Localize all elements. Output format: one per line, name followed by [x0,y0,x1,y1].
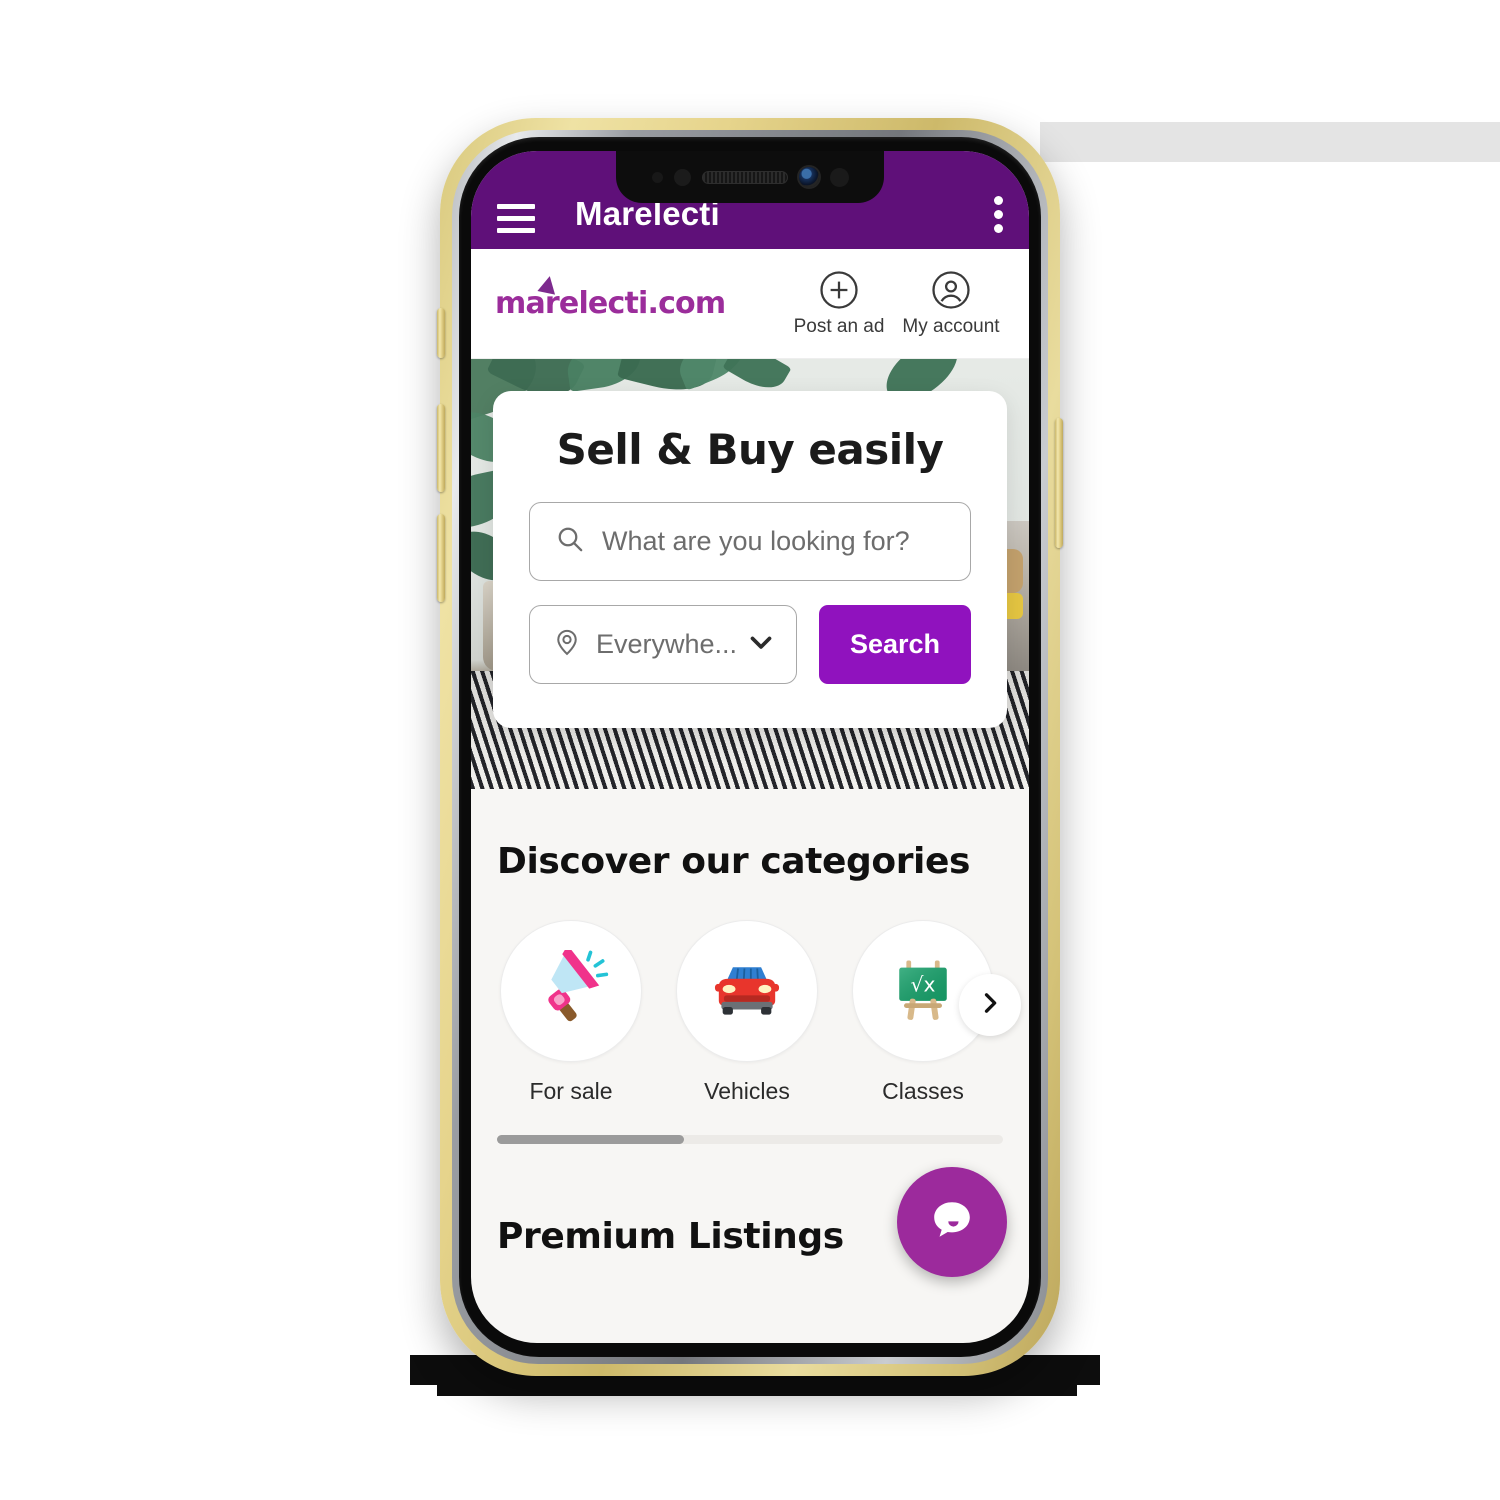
location-value: Everywhe... [596,629,738,659]
earpiece-speaker-icon [701,170,788,184]
chalkboard-icon: √x [885,951,961,1032]
ir-sensor-icon [829,167,849,187]
category-item-vehicles[interactable]: Vehicles [673,920,821,1105]
hero-title: Sell & Buy easily [556,425,944,474]
my-account-label: My account [902,316,1000,337]
search-row-bottom: Everywhe... Search [529,605,971,684]
site-header: marelecti.com Post an ad My account [471,249,1029,359]
chevron-right-icon [976,989,1004,1022]
categories-scrollbar-thumb[interactable] [497,1135,685,1144]
location-select[interactable]: Everywhe... [529,605,797,684]
car-icon [706,948,788,1035]
phone-device-frame: Marelecti marelecti.com Post an ad My ac… [437,118,1063,1376]
post-an-ad-button[interactable]: Post an ad [783,269,895,338]
categories-scrollbar[interactable] [497,1135,1003,1144]
account-circle-icon [930,269,972,311]
post-an-ad-label: Post an ad [793,316,885,337]
search-card: Sell & Buy easily What are you looking f… [493,391,1007,728]
background-band-top-right [1040,122,1500,162]
power-button[interactable] [1055,418,1063,548]
my-account-button[interactable]: My account [895,269,1007,338]
front-camera-icon [798,167,819,187]
chevron-down-icon [744,625,778,664]
categories-section: Discover our categories For sale Vehicle… [471,789,1029,1144]
kebab-menu-icon[interactable] [993,196,1003,233]
chat-bubble-icon [922,1190,982,1255]
hero-section: Sell & Buy easily What are you looking f… [471,359,1029,789]
phone-notch [616,151,884,203]
search-button[interactable]: Search [819,605,971,684]
silent-switch-button[interactable] [437,308,445,358]
category-label: For sale [529,1078,613,1104]
volume-down-button[interactable] [437,514,445,602]
category-icon-wrap [500,920,642,1062]
logo-text: marelecti.com [495,286,726,321]
category-label: Vehicles [704,1078,790,1104]
hamburger-menu-icon[interactable] [497,204,535,233]
category-label: Classes [882,1078,964,1104]
volume-up-button[interactable] [437,404,445,492]
phone-metal-rail: Marelecti marelecti.com Post an ad My ac… [452,130,1048,1364]
search-placeholder: What are you looking for? [602,526,910,556]
category-item-for-sale[interactable]: For sale [497,920,645,1105]
site-logo[interactable]: marelecti.com [495,274,783,321]
megaphone-icon [532,944,610,1033]
phone-bezel: Marelecti marelecti.com Post an ad My ac… [459,137,1041,1357]
logo-kite-icon [537,274,559,295]
category-icon-wrap [676,920,818,1062]
ambient-light-sensor-icon [673,168,691,186]
categories-carousel[interactable]: For sale Vehicles √x Classes [471,882,1029,1105]
svg-text:√x: √x [911,972,936,996]
categories-title: Discover our categories [497,841,971,882]
search-icon [554,523,586,560]
plus-circle-icon [818,269,860,311]
carousel-next-button[interactable] [959,974,1021,1036]
search-input[interactable]: What are you looking for? [529,502,971,581]
proximity-sensor-icon [651,171,663,183]
chat-fab-button[interactable] [897,1167,1007,1277]
phone-screen: Marelecti marelecti.com Post an ad My ac… [471,151,1029,1343]
background-shadow-artifact-2 [437,1382,1077,1396]
map-pin-icon [552,627,582,662]
